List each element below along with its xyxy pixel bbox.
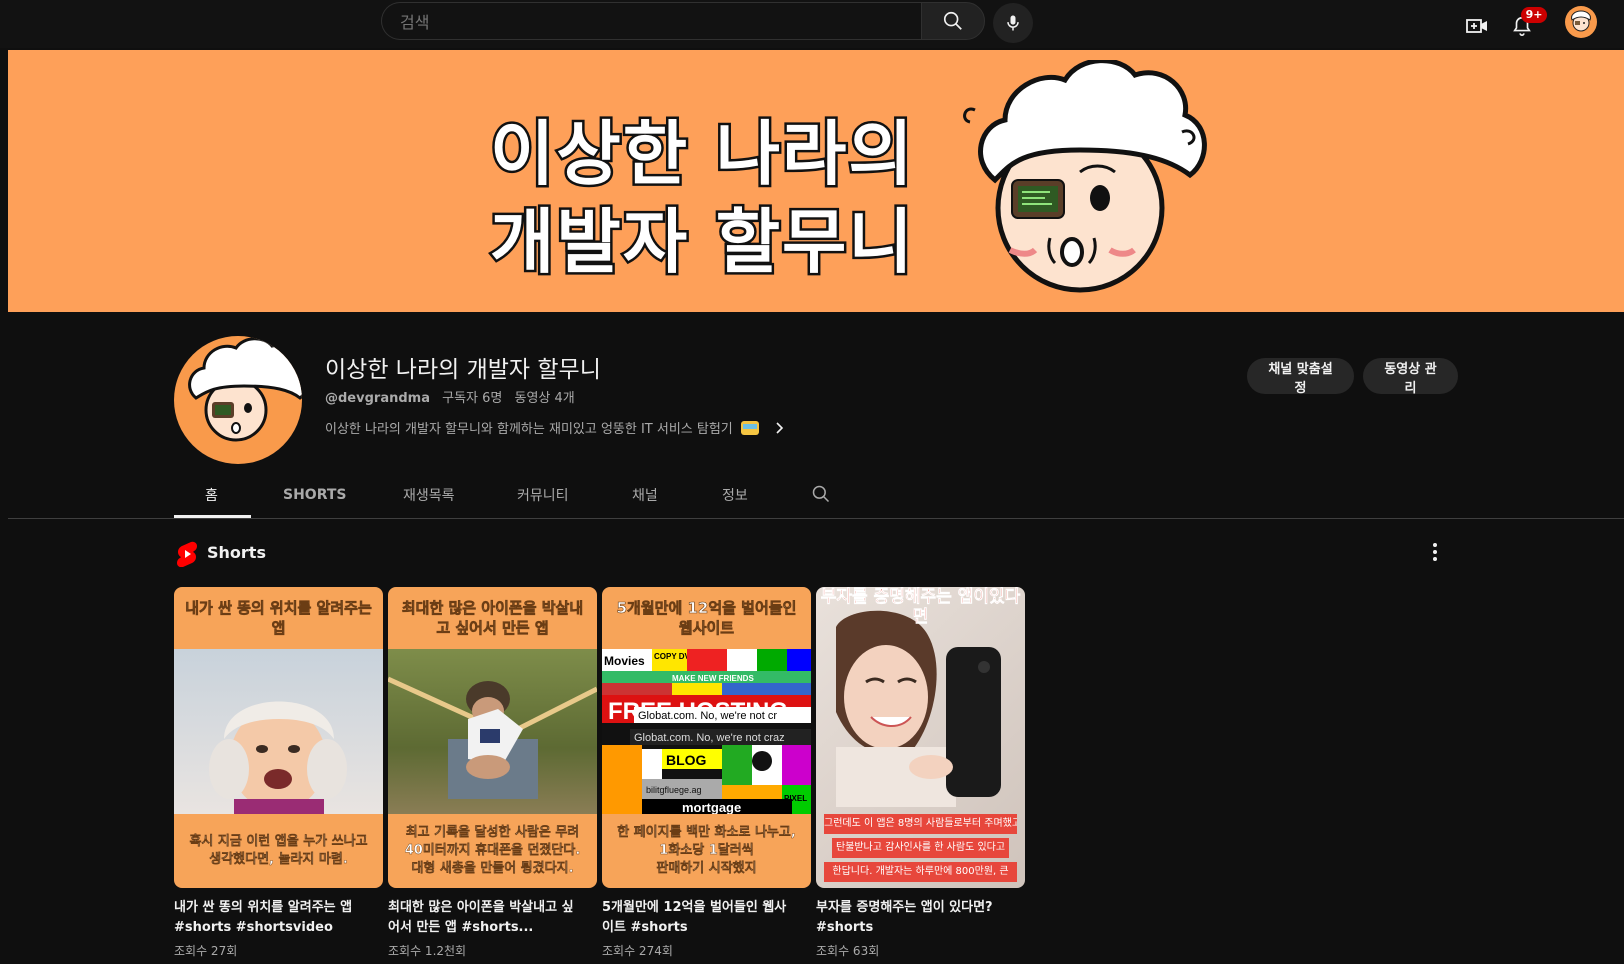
thumbnail-bottom-caption: 최고 기록을 달성한 사람은 무려 40미터까지 휴대폰을 던졌단다. 대형 새… bbox=[388, 814, 597, 888]
search-button[interactable] bbox=[921, 2, 985, 40]
svg-text:Globat.com. No, we're not cr: Globat.com. No, we're not cr bbox=[638, 710, 777, 722]
channel-handle: @devgrandma bbox=[325, 391, 430, 406]
tab-community[interactable]: 커뮤니티 bbox=[517, 485, 569, 505]
manage-videos-button[interactable]: 동영상 관리 bbox=[1363, 358, 1458, 396]
channel-search-icon[interactable] bbox=[811, 484, 831, 504]
thumbnail-bottom-caption: 혹시 지금 이런 앱을 누가 쓰나고 생각했다면, 놀라지 마렴. bbox=[174, 814, 383, 888]
short-card[interactable]: Movies COPY DVDS MAKE NEW FRIENDS FREE H… bbox=[602, 587, 811, 959]
short-views: 조회수 274회 bbox=[602, 944, 673, 958]
search-input[interactable] bbox=[398, 3, 902, 41]
channel-title: 이상한 나라의 개발자 할무니 bbox=[325, 357, 601, 383]
tab-playlists[interactable]: 재생목록 bbox=[403, 485, 455, 505]
short-title[interactable]: 5개월만에 12억을 벌어들인 웹사 이트 #shorts bbox=[602, 898, 811, 938]
shorts-section-title: Shorts bbox=[207, 543, 266, 562]
thumbnail-image bbox=[388, 649, 597, 814]
tab-home[interactable]: 홈 bbox=[205, 485, 218, 505]
shorts-logo-icon bbox=[177, 541, 197, 567]
thumbnail-bottom-caption: 그런데도 이 앱은 8명의 사람들로부터 주며했고, 탄불받나고 감사인사를 한… bbox=[816, 808, 1025, 888]
banner-title-line1: 이상한 나라의 bbox=[488, 111, 916, 198]
short-views: 조회수 27회 bbox=[174, 944, 238, 958]
caption-line: 탄불받나고 감사인사를 한 사람도 있다고 bbox=[832, 838, 1009, 858]
short-title[interactable]: 부자를 증명해주는 앱이 있다면? #shorts bbox=[816, 898, 1025, 938]
svg-text:Globat.com. No, we're not craz: Globat.com. No, we're not craz bbox=[634, 732, 785, 744]
short-views: 조회수 63회 bbox=[816, 944, 880, 958]
grandma-avatar-icon bbox=[1571, 10, 1591, 32]
tab-channels[interactable]: 채널 bbox=[632, 485, 658, 505]
search-box[interactable] bbox=[381, 2, 921, 41]
svg-text:Movies: Movies bbox=[604, 654, 645, 668]
svg-text:MAKE NEW FRIENDS: MAKE NEW FRIENDS bbox=[672, 674, 754, 683]
short-card[interactable]: 최대한 많은 아이폰을 박살내고 싶어서 만든 앱 최고 기록을 달성한 사람은… bbox=[388, 587, 597, 959]
customize-channel-button[interactable]: 채널 맞춤설정 bbox=[1247, 358, 1354, 396]
caption-line: 그런데도 이 앱은 8명의 사람들로부터 주며했고, bbox=[824, 814, 1017, 834]
banner-title-line2: 개발자 할무니 bbox=[488, 199, 916, 286]
short-thumbnail[interactable]: 내가 싼 똥의 위치를 알려주는 앱 혹시 지금 이런 앱을 누가 쓰나고 생각… bbox=[174, 587, 383, 888]
mic-icon bbox=[1007, 15, 1019, 31]
channel-meta: @devgrandma 구독자 6명 동영상 4개 bbox=[325, 387, 583, 406]
thumbnail-image: Movies COPY DVDS MAKE NEW FRIENDS FREE H… bbox=[602, 649, 811, 814]
channel-banner: 이상한 나라의 개발자 할무니 bbox=[8, 50, 1624, 312]
grandma-mascot-icon bbox=[963, 60, 1207, 293]
notification-count-badge: 9+ bbox=[1521, 7, 1547, 23]
search-icon bbox=[943, 11, 962, 30]
thumbnail-top-caption: 내가 싼 똥의 위치를 알려주는 앱 bbox=[174, 587, 383, 649]
create-button[interactable] bbox=[1457, 6, 1497, 46]
short-card[interactable]: 부자를 증명해주는 앱이있다면 그런데도 이 앱은 8명의 사람들로부터 주며했… bbox=[816, 587, 1025, 959]
bus-emoji-icon bbox=[740, 420, 759, 435]
short-thumbnail[interactable]: 최대한 많은 아이폰을 박살내고 싶어서 만든 앱 최고 기록을 달성한 사람은… bbox=[388, 587, 597, 888]
voice-search-button[interactable] bbox=[993, 3, 1033, 43]
tabs-divider bbox=[8, 518, 1624, 519]
thumbnail-top-caption: 최대한 많은 아이폰을 박살내고 싶어서 만든 앱 bbox=[388, 587, 597, 649]
thumbnail-top-caption: 부자를 증명해주는 앱이있다면 bbox=[820, 587, 1021, 627]
channel-avatar[interactable] bbox=[174, 336, 302, 464]
chevron-right-icon bbox=[776, 421, 783, 434]
short-views: 조회수 1.2천회 bbox=[388, 944, 467, 958]
tab-shorts[interactable]: SHORTS bbox=[283, 487, 347, 503]
subscriber-count: 구독자 6명 bbox=[442, 391, 503, 406]
thumbnail-image bbox=[174, 649, 383, 814]
short-thumbnail[interactable]: 부자를 증명해주는 앱이있다면 그런데도 이 앱은 8명의 사람들로부터 주며했… bbox=[816, 587, 1025, 888]
caption-line: 한답니다. 개발자는 하루만에 800만원, 큰 bbox=[824, 862, 1017, 882]
svg-text:BLOG: BLOG bbox=[666, 752, 707, 768]
channel-description[interactable]: 이상한 나라의 개발자 할무니와 함께하는 재미있고 엉뚱한 IT 서비스 탐험… bbox=[325, 418, 787, 437]
channel-description-text: 이상한 나라의 개발자 할무니와 함께하는 재미있고 엉뚱한 IT 서비스 탐험… bbox=[325, 422, 733, 437]
svg-text:bilitgfluege.ag: bilitgfluege.ag bbox=[646, 785, 702, 795]
short-title[interactable]: 내가 싼 똥의 위치를 알려주는 앱 #shorts #shortsvideo bbox=[174, 898, 383, 938]
create-video-icon bbox=[1466, 19, 1487, 33]
video-count: 동영상 4개 bbox=[514, 391, 575, 406]
more-options-button[interactable] bbox=[1423, 540, 1447, 564]
grandma-avatar-icon bbox=[188, 337, 302, 442]
short-title[interactable]: 최대한 많은 아이폰을 박살내고 싶 어서 만든 앱 #shorts... bbox=[388, 898, 597, 938]
short-thumbnail[interactable]: Movies COPY DVDS MAKE NEW FRIENDS FREE H… bbox=[602, 587, 811, 888]
svg-text:mortgage: mortgage bbox=[682, 800, 741, 814]
short-card[interactable]: 내가 싼 똥의 위치를 알려주는 앱 혹시 지금 이런 앱을 누가 쓰나고 생각… bbox=[174, 587, 383, 959]
thumbnail-bottom-caption: 한 페이지를 백만 화소로 나누고, 1화소당 1달러씩 판매하기 시작했지 bbox=[602, 814, 811, 888]
tab-about[interactable]: 정보 bbox=[722, 485, 748, 505]
account-avatar[interactable] bbox=[1565, 6, 1597, 38]
top-bar: 9+ bbox=[0, 0, 1624, 48]
thumbnail-top-caption: 5개월만에 12억을 벌어들인 웹사이트 bbox=[602, 587, 811, 649]
